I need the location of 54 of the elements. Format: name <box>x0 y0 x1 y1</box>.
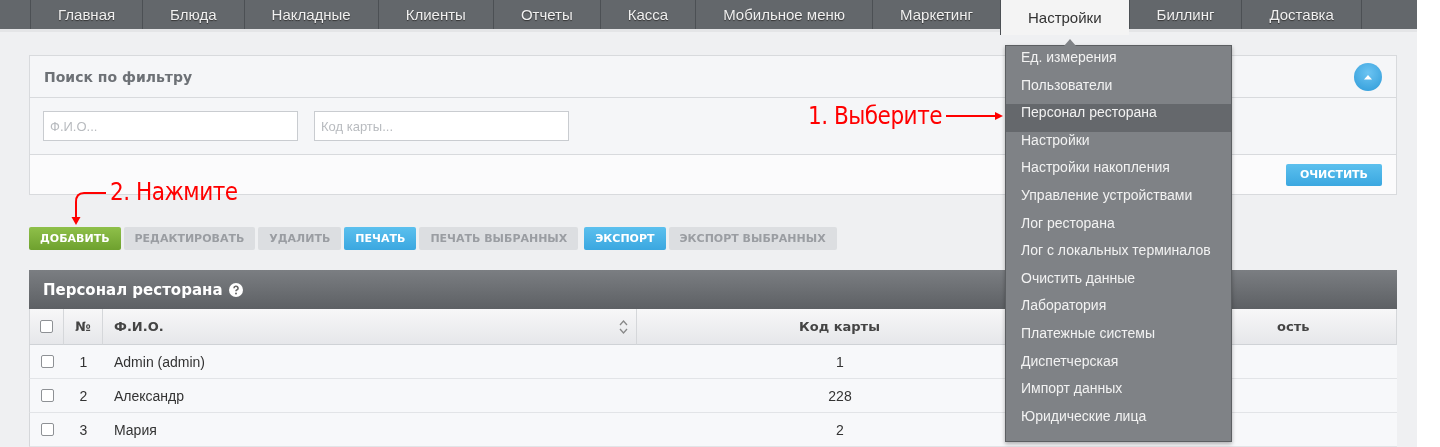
input-field[interactable]: Код карты... <box>314 111 569 141</box>
nav-tab[interactable]: Накладные <box>243 0 378 29</box>
menu-item[interactable]: Диспетчерская <box>1006 352 1231 381</box>
menu-item[interactable]: Лог с локальных терминалов <box>1006 242 1231 270</box>
menu-item[interactable]: Лаборатория <box>1006 297 1231 325</box>
menu-item[interactable]: Настройки <box>1006 131 1231 160</box>
collapse-button[interactable] <box>1354 62 1382 91</box>
menu-item[interactable]: Лог ресторана <box>1006 214 1231 243</box>
input-field[interactable]: Ф.И.О... <box>43 111 298 141</box>
menu-item[interactable]: Платежные системы <box>1006 324 1231 353</box>
table-cell: 1 <box>64 345 103 379</box>
checkbox[interactable] <box>40 389 54 402</box>
nav-tab[interactable]: Настройки <box>1000 0 1129 35</box>
sort-icon[interactable] <box>619 318 628 335</box>
toolbar-button[interactable]: ЭКСПОРТ <box>584 227 666 250</box>
nav-tab[interactable]: Отчеты <box>492 0 600 29</box>
nav-tab[interactable]: Маркетинг <box>872 0 1000 29</box>
nav-tab[interactable]: Клиенты <box>377 0 493 29</box>
checkbox[interactable] <box>40 320 53 333</box>
checkbox[interactable] <box>40 423 54 436</box>
annotation-label: 2. Нажмите <box>110 178 238 206</box>
help-icon[interactable] <box>228 282 243 297</box>
toolbar-button[interactable]: ДОБАВИТЬ <box>29 227 121 250</box>
pointer-arrow <box>946 111 1004 121</box>
nav-tab[interactable]: Доставка <box>1241 0 1362 29</box>
annotation-label: 1. Выберите <box>808 102 942 130</box>
table-cell: Admin (admin) <box>103 345 637 379</box>
menu-item[interactable]: Импорт данных <box>1006 380 1231 408</box>
column-header[interactable]: ость <box>1277 319 1310 334</box>
column-header[interactable]: Ф.И.О. <box>114 319 164 334</box>
nav-tab[interactable]: Блюда <box>142 0 244 29</box>
column-header[interactable]: Код карты <box>799 319 880 334</box>
nav-tab[interactable]: Касса <box>599 0 696 29</box>
table-cell: 2 <box>64 379 103 413</box>
nav-tab[interactable]: Главная <box>30 0 143 29</box>
panel-title: Поиск по фильтру <box>44 68 193 85</box>
toolbar-button[interactable]: ПЕЧАТЬ <box>344 227 417 250</box>
checkbox[interactable] <box>40 355 54 368</box>
menu-item[interactable]: Юридические лица <box>1006 407 1231 436</box>
nav-tab[interactable]: Мобильное меню <box>695 0 873 29</box>
menu-item[interactable]: Ед. измерения <box>1006 49 1231 77</box>
menu-item[interactable]: Управление устройствами <box>1006 186 1231 215</box>
table-cell: Александр <box>103 379 637 413</box>
menu-item[interactable]: Пользователи <box>1006 76 1231 105</box>
nav-tab[interactable]: Биллинг <box>1128 0 1242 29</box>
menu-item[interactable]: Очистить данные <box>1006 269 1231 298</box>
caret-up-icon <box>1363 73 1373 80</box>
table-cell: 3 <box>64 413 103 447</box>
clear-button[interactable]: ОЧИСТИТЬ <box>1285 163 1382 186</box>
column-header[interactable]: № <box>64 309 103 345</box>
table-cell: Мария <box>103 413 637 447</box>
menu-item[interactable]: Настройки накопления <box>1006 159 1231 187</box>
table-title: Персонал ресторана <box>43 280 223 299</box>
menu-item[interactable]: Персонал ресторана <box>1006 104 1231 132</box>
